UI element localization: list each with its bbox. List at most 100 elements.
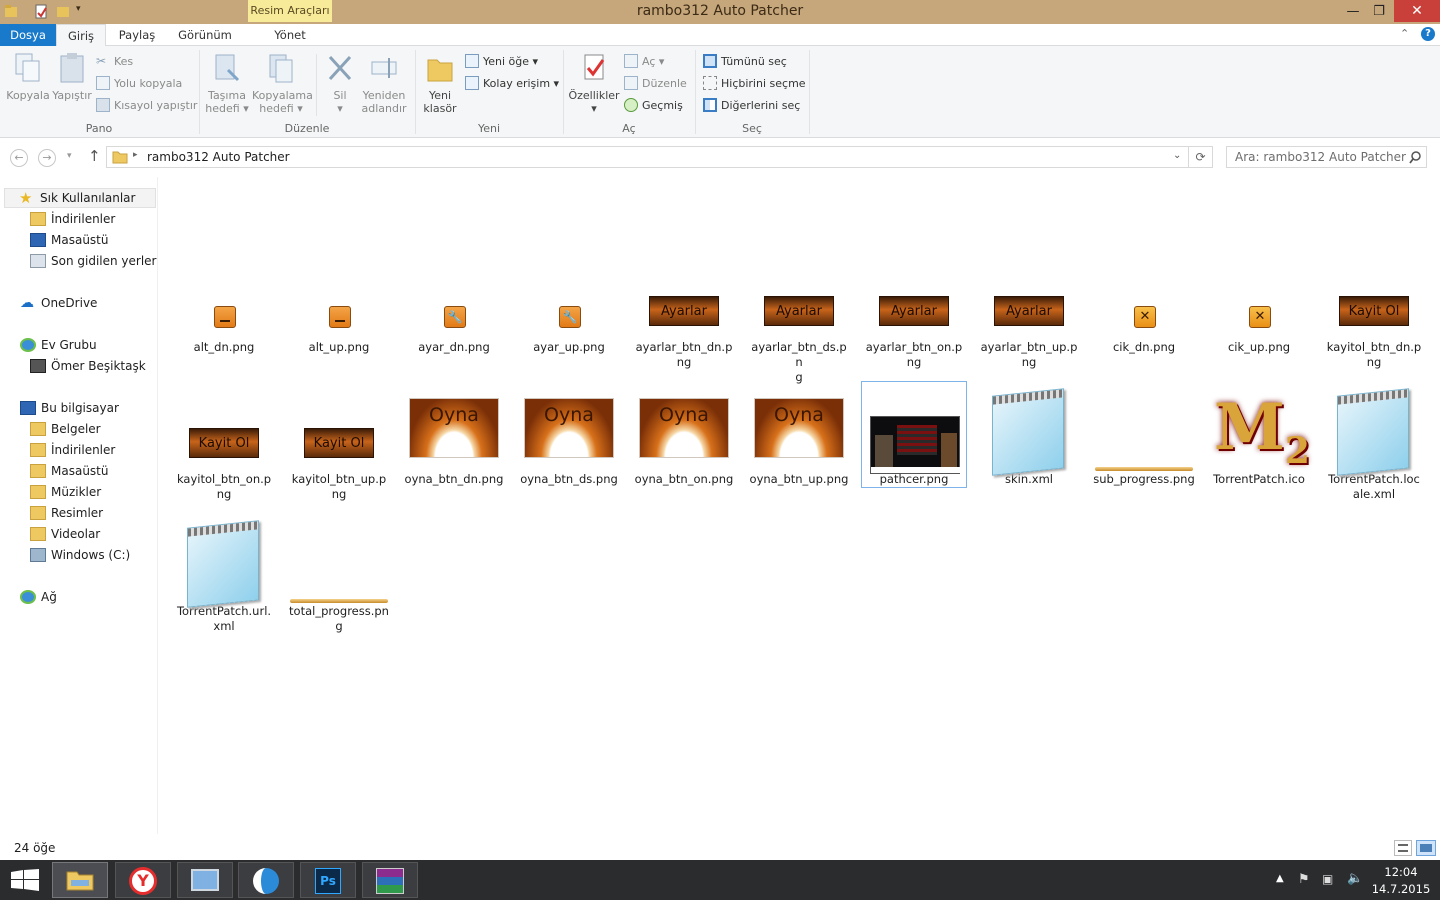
open-button[interactable]: Aç ▾ xyxy=(624,52,664,70)
file-item[interactable]: alt_dn.png xyxy=(171,250,277,355)
file-item[interactable]: sub_progress.png xyxy=(1091,382,1197,487)
recent-locations-icon[interactable]: ▾ xyxy=(67,151,72,161)
file-item[interactable]: Ayarlar ayarlar_btn_up.p ng xyxy=(976,250,1082,370)
tab-home[interactable]: Giriş xyxy=(56,24,106,47)
new-item-button[interactable]: Yeni öğe ▾ xyxy=(465,52,538,70)
nav-network[interactable]: Ağ xyxy=(20,587,57,607)
show-hidden-icons[interactable]: ▲ xyxy=(1276,873,1284,884)
taskbar-yandex[interactable]: Y xyxy=(115,862,171,898)
help-icon[interactable]: ? xyxy=(1421,27,1435,41)
file-item[interactable]: Oyna oyna_btn_ds.png xyxy=(516,382,622,487)
file-item[interactable]: M2 TorrentPatch.ico xyxy=(1206,382,1312,487)
refresh-button[interactable]: ⟳ xyxy=(1189,146,1213,168)
action-center-icon[interactable]: ⚑ xyxy=(1298,872,1310,887)
tab-view[interactable]: Görünüm xyxy=(172,24,238,46)
back-button[interactable]: ← xyxy=(10,149,28,167)
file-item[interactable]: Oyna oyna_btn_dn.png xyxy=(401,382,507,487)
nav-downloads-pc[interactable]: İndirilenler xyxy=(30,440,115,460)
file-item[interactable]: total_progress.pn g xyxy=(286,514,392,634)
large-icons-view-button[interactable] xyxy=(1416,840,1436,856)
address-dropdown-icon[interactable]: ⌄ xyxy=(1173,150,1181,161)
file-item[interactable]: Kayit Ol kayitol_btn_up.p ng xyxy=(286,382,392,502)
address-bar[interactable]: ▸ rambo312 Auto Patcher ⌄ xyxy=(106,146,1189,168)
taskbar-app[interactable] xyxy=(238,862,294,898)
nav-homegroup[interactable]: Ev Grubu xyxy=(20,335,97,355)
clock-time[interactable]: 12:04 xyxy=(1376,865,1426,879)
file-name-line: ng xyxy=(1021,355,1037,369)
file-item[interactable]: Ayarlar ayarlar_btn_dn.p ng xyxy=(631,250,737,370)
details-view-button[interactable] xyxy=(1394,840,1412,856)
file-item[interactable]: Oyna oyna_btn_up.png xyxy=(746,382,852,487)
taskbar-winrar[interactable] xyxy=(362,862,418,898)
clock-date[interactable]: 14.7.2015 xyxy=(1370,882,1432,896)
network-tray-icon[interactable]: ▣ xyxy=(1322,872,1333,886)
file-item[interactable]: 🔧 ayar_up.png xyxy=(516,250,622,355)
nav-recent-places[interactable]: Son gidilen yerler xyxy=(30,251,157,271)
new-folder-button[interactable]: Yeni klasör xyxy=(420,52,460,115)
tab-manage[interactable]: Yönet xyxy=(252,24,328,46)
copy-button[interactable]: Kopyala xyxy=(6,52,50,102)
up-button[interactable]: ↑ xyxy=(88,147,101,165)
file-item[interactable]: Ayarlar ayarlar_btn_on.p ng xyxy=(861,250,967,370)
file-item[interactable]: Ayarlar ayarlar_btn_ds.pn g xyxy=(746,250,852,385)
windows-start-icon[interactable] xyxy=(11,869,39,891)
select-none-button[interactable]: Hiçbirini seçme xyxy=(703,74,806,92)
volume-icon[interactable]: 🔈 xyxy=(1347,871,1363,886)
restore-button[interactable]: ❐ xyxy=(1366,0,1392,22)
paste-button[interactable]: Yapıştır xyxy=(52,52,92,102)
file-name-line: pathcer.png xyxy=(879,472,949,486)
file-item[interactable]: TorrentPatch.url. xml xyxy=(171,514,277,634)
copy-path-button[interactable]: Yolu kopyala xyxy=(96,74,182,92)
search-input[interactable]: Ara: rambo312 Auto Patcher xyxy=(1226,146,1427,168)
file-item[interactable]: Oyna oyna_btn_on.png xyxy=(631,382,737,487)
file-item[interactable]: ✕ cik_up.png xyxy=(1206,250,1312,355)
tab-file[interactable]: Dosya xyxy=(0,24,56,46)
nav-onedrive[interactable]: ☁ OneDrive xyxy=(20,293,97,313)
nav-quick-access[interactable]: ★ Sık Kullanılanlar xyxy=(4,188,156,208)
copy-to-button[interactable]: Kopyalama hedefi ▾ xyxy=(252,52,313,115)
minimize-button[interactable]: — xyxy=(1340,0,1366,22)
breadcrumb[interactable]: rambo312 Auto Patcher xyxy=(147,150,290,164)
nav-user[interactable]: Ömer Beşiktaşk xyxy=(30,356,146,376)
file-item[interactable]: pathcer.png xyxy=(861,381,967,488)
close-button[interactable]: ✕ xyxy=(1394,0,1440,22)
file-item[interactable]: Kayit Ol kayitol_btn_on.p ng xyxy=(171,382,277,502)
taskbar-photoshop[interactable]: Ps xyxy=(300,862,356,898)
nav-desktop-pc[interactable]: Masaüstü xyxy=(30,461,108,481)
search-icon[interactable] xyxy=(1409,151,1422,164)
file-thumbnail: Kayit Ol xyxy=(171,382,277,472)
file-item[interactable]: 🔧 ayar_dn.png xyxy=(401,250,507,355)
taskbar-remote-desktop[interactable] xyxy=(177,862,233,898)
delete-button[interactable]: Sil ▾ xyxy=(322,52,358,115)
nav-this-pc[interactable]: Bu bilgisayar xyxy=(20,398,119,418)
properties-button[interactable]: Özellikler ▾ xyxy=(568,52,620,115)
nav-drive-c[interactable]: Windows (C:) xyxy=(30,545,130,565)
tab-share[interactable]: Paylaş xyxy=(110,24,164,46)
select-all-button[interactable]: Tümünü seç xyxy=(703,52,787,70)
file-item[interactable]: ✕ cik_dn.png xyxy=(1091,250,1197,355)
file-name-line: oyna_btn_up.png xyxy=(749,472,849,486)
file-item[interactable]: Kayit Ol kayitol_btn_dn.p ng xyxy=(1321,250,1427,370)
taskbar-file-explorer[interactable] xyxy=(52,862,108,898)
nav-desktop[interactable]: Masaüstü xyxy=(30,230,108,250)
forward-button[interactable]: → xyxy=(38,149,56,167)
paste-shortcut-button[interactable]: Kısayol yapıştır xyxy=(96,96,197,114)
rename-button[interactable]: Yeniden adlandır xyxy=(360,52,408,115)
nav-music[interactable]: Müzikler xyxy=(30,482,101,502)
nav-pictures[interactable]: Resimler xyxy=(30,503,103,523)
invert-selection-button[interactable]: Diğerlerini seç xyxy=(703,96,800,114)
move-to-button[interactable]: Taşıma hedefi ▾ xyxy=(204,52,250,115)
ribbon-collapse-icon[interactable]: ⌃ xyxy=(1400,27,1409,40)
file-thumbnail: Ayarlar xyxy=(976,250,1082,340)
nav-videos[interactable]: Videolar xyxy=(30,524,100,544)
file-item[interactable]: alt_up.png xyxy=(286,250,392,355)
history-button[interactable]: Geçmiş xyxy=(624,96,683,114)
cut-button[interactable]: ✂ Kes xyxy=(96,52,133,70)
file-item[interactable]: skin.xml xyxy=(976,382,1082,487)
nav-downloads[interactable]: İndirilenler xyxy=(30,209,115,229)
file-item[interactable]: TorrentPatch.loc ale.xml xyxy=(1321,382,1427,502)
nav-documents[interactable]: Belgeler xyxy=(30,419,101,439)
edit-button[interactable]: Düzenle xyxy=(624,74,687,92)
easy-access-button[interactable]: Kolay erişim ▾ xyxy=(465,74,559,92)
breadcrumb-chevron-icon[interactable]: ▸ xyxy=(133,150,138,160)
